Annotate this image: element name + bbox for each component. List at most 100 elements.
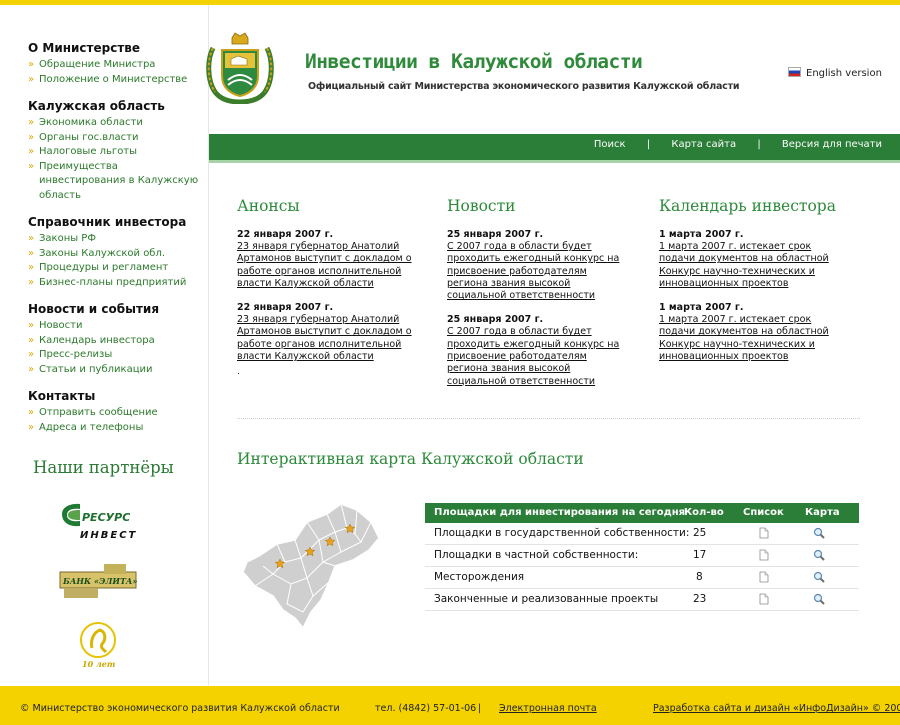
interactive-region-map[interactable]	[237, 500, 385, 632]
entry-date: 22 января 2007 г.	[237, 229, 334, 240]
site-title[interactable]: Инвестиции в Калужской области	[305, 50, 643, 73]
map-magnifier-icon[interactable]	[813, 549, 825, 561]
row-count: 25	[693, 527, 707, 539]
footer-copyright: © Министерство экономического развития К…	[20, 703, 340, 714]
menu-print-version[interactable]: Версия для печати	[782, 139, 882, 150]
footer-developer-link[interactable]: Разработка сайта и дизайн «ИнфоДизайн» ©…	[653, 703, 900, 714]
trailing-dot: .	[237, 367, 240, 378]
column-news: Новости 25 января 2007 г. С 2007 года в …	[447, 197, 627, 400]
site-subtitle: Официальный сайт Министерства экономичес…	[308, 81, 740, 92]
partners-title: Наши партнёры	[33, 458, 174, 477]
menu-separator: |	[646, 139, 651, 150]
nav-item-business-plans[interactable]: Бизнес-планы предприятий	[28, 276, 206, 291]
entry-date: 25 января 2007 г.	[447, 314, 544, 326]
nav-item-articles[interactable]: Статьи и публикации	[28, 363, 206, 378]
entry-link[interactable]: 1 марта 2007 г. истекает срок подачи док…	[659, 241, 849, 290]
partner-logo-resurs-invest[interactable]: РЕСУРС ИНВЕСТ	[58, 500, 136, 546]
nav-title[interactable]: Контакты	[28, 389, 206, 404]
nav-item-investment-advantages[interactable]: Преимущества инвестирования в Калужскую …	[28, 160, 206, 204]
nav-item-investor-calendar[interactable]: Календарь инвестора	[28, 334, 206, 349]
calendar-entry: 1 марта 2007 г. 1 марта 2007 г. истекает…	[659, 229, 849, 290]
announcement-entry: 22 января 2007 г. 23 января губернатор А…	[237, 302, 422, 363]
table-row: Площадки в частной собственности: 17	[425, 545, 859, 567]
english-version-label: English version	[806, 68, 882, 79]
map-magnifier-icon[interactable]	[813, 571, 825, 583]
column-investor-calendar: Календарь инвестора 1 марта 2007 г. 1 ма…	[659, 197, 849, 375]
row-name[interactable]: Площадки в частной собственности:	[434, 549, 638, 561]
row-count: 8	[696, 571, 703, 583]
top-menu: Поиск | Карта сайта | Версия для печати	[594, 139, 882, 150]
nav-section-region: Калужская область Экономика области Орга…	[28, 99, 206, 203]
column-title-calendar[interactable]: Календарь инвестора	[659, 197, 849, 215]
column-announcements: Анонсы 22 января 2007 г. 23 января губер…	[237, 197, 422, 377]
interactive-map-title[interactable]: Интерактивная карта Калужской области	[237, 450, 584, 468]
row-count: 23	[693, 593, 707, 605]
nav-item-authorities[interactable]: Органы гос.власти	[28, 131, 206, 146]
uk-flag-icon	[788, 67, 801, 77]
nav-item-economy[interactable]: Экономика области	[28, 116, 206, 131]
entry-date: 22 января 2007 г.	[237, 302, 334, 314]
document-list-icon[interactable]	[759, 549, 769, 561]
nav-section-investor-guide: Справочник инвестора Законы РФ Законы Ка…	[28, 215, 206, 290]
nav-item-send-message[interactable]: Отправить сообщение	[28, 406, 206, 421]
table-row: Законченные и реализованные проекты 23	[425, 589, 859, 611]
nav-title[interactable]: О Министерстве	[28, 41, 206, 56]
table-row: Площадки в государственной собственности…	[425, 523, 859, 545]
partner-anniversary-text: 10 лет	[82, 659, 115, 669]
row-count: 17	[693, 549, 707, 561]
partner-logo-bank-elita[interactable]: БАНК «ЭЛИТА»	[58, 562, 138, 600]
entry-link[interactable]: 1 марта 2007 г. истекает срок подачи док…	[659, 314, 849, 363]
entry-link[interactable]: С 2007 года в области будет проходить еж…	[447, 241, 627, 302]
news-entry: 25 января 2007 г. С 2007 года в области …	[447, 229, 627, 302]
english-version-link[interactable]: English version	[788, 67, 882, 79]
header-count: Кол-во	[684, 507, 724, 518]
nav-title[interactable]: Новости и события	[28, 302, 206, 317]
nav-item-tax-benefits[interactable]: Налоговые льготы	[28, 145, 206, 160]
entry-date: 25 января 2007 г.	[447, 229, 544, 240]
map-magnifier-icon[interactable]	[813, 527, 825, 539]
footer-email-link[interactable]: Электронная почта	[499, 703, 597, 714]
nav-item-ministry-regulation[interactable]: Положение о Министерстве	[28, 73, 206, 88]
entry-link[interactable]: 23 января губернатор Анатолий Артамонов …	[237, 241, 422, 290]
entry-date: 1 марта 2007 г.	[659, 302, 744, 314]
nav-item-regional-laws[interactable]: Законы Калужской обл.	[28, 247, 206, 262]
footer-separator: |	[478, 703, 482, 714]
row-name[interactable]: Законченные и реализованные проекты	[434, 593, 658, 605]
header-list: Список	[743, 507, 784, 518]
news-entry: 25 января 2007 г. С 2007 года в области …	[447, 314, 627, 387]
partner-bank-text: БАНК «ЭЛИТА»	[62, 576, 137, 586]
row-name[interactable]: Площадки в государственной собственности…	[434, 527, 689, 539]
nav-item-addresses[interactable]: Адреса и телефоны	[28, 421, 206, 436]
map-magnifier-icon[interactable]	[813, 593, 825, 605]
partner-resurs-text: РЕСУРС	[82, 511, 130, 524]
entry-link[interactable]: С 2007 года в области будет проходить еж…	[447, 326, 627, 387]
nav-item-press-releases[interactable]: Пресс-релизы	[28, 348, 206, 363]
nav-title[interactable]: Справочник инвестора	[28, 215, 206, 230]
column-title-announcements[interactable]: Анонсы	[237, 197, 422, 215]
nav-section-ministry: О Министерстве Обращение Министра Положе…	[28, 41, 206, 87]
header-map: Карта	[805, 507, 840, 518]
nav-item-procedures[interactable]: Процедуры и регламент	[28, 261, 206, 276]
column-title-news[interactable]: Новости	[447, 197, 627, 215]
sidebar: О Министерстве Обращение Министра Положе…	[0, 5, 209, 685]
menu-separator: |	[757, 139, 761, 150]
table-row: Месторождения 8	[425, 567, 859, 589]
nav-title[interactable]: Калужская область	[28, 99, 206, 114]
document-list-icon[interactable]	[759, 527, 769, 539]
kaluga-coat-of-arms[interactable]	[205, 32, 275, 105]
document-list-icon[interactable]	[759, 593, 769, 605]
document-list-icon[interactable]	[759, 571, 769, 583]
partner-logo-anniversary[interactable]: 10 лет	[78, 620, 120, 670]
nav-section-contacts: Контакты Отправить сообщение Адреса и те…	[28, 389, 206, 435]
menu-search[interactable]: Поиск	[594, 139, 626, 150]
sidebar-nav: О Министерстве Обращение Министра Положе…	[28, 41, 206, 447]
nav-item-news[interactable]: Новости	[28, 319, 206, 334]
nav-item-federal-laws[interactable]: Законы РФ	[28, 232, 206, 247]
row-name[interactable]: Месторождения	[434, 571, 524, 583]
calendar-entry: 1 марта 2007 г. 1 марта 2007 г. истекает…	[659, 302, 849, 363]
menu-sitemap[interactable]: Карта сайта	[671, 139, 736, 150]
entry-link[interactable]: 23 января губернатор Анатолий Артамонов …	[237, 314, 422, 363]
nav-item-minister-address[interactable]: Обращение Министра	[28, 58, 206, 73]
investment-sites-table: Площадки для инвестирования на сегодня К…	[425, 503, 859, 611]
content-divider	[237, 418, 860, 419]
